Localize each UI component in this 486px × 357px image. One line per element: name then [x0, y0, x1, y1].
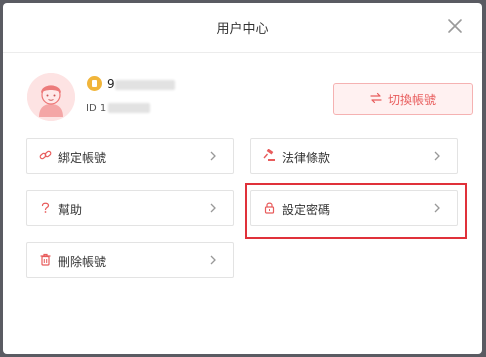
- switch-account-label: 切換帳號: [387, 92, 436, 107]
- set-password-label: 設定密碼: [282, 203, 331, 217]
- user-phone: 9: [107, 77, 175, 91]
- bind-account-item[interactable]: 綁定帳號: [26, 138, 234, 174]
- avatar: [27, 73, 75, 121]
- legal-terms-label: 法律條款: [282, 151, 331, 165]
- user-center-dialog: 用户中心 9 ID 1 切換帳號 綁定帳號 法律條款 幫助 設定密碼 刪除帳號: [3, 3, 482, 354]
- user-id-visible: ID 1: [86, 103, 107, 114]
- chevron-right-icon: [433, 202, 441, 214]
- chevron-right-icon: [209, 202, 217, 214]
- link-icon: [39, 149, 52, 162]
- bind-account-label: 綁定帳號: [58, 151, 107, 165]
- chevron-right-icon: [209, 150, 217, 162]
- swap-icon: [370, 92, 382, 107]
- member-badge-icon: [87, 76, 102, 91]
- legal-terms-item[interactable]: 法律條款: [250, 138, 458, 174]
- user-phone-visible: 9: [107, 77, 115, 91]
- lock-icon: [263, 201, 276, 214]
- close-icon[interactable]: [445, 16, 465, 36]
- gavel-icon: [263, 149, 276, 162]
- set-password-item[interactable]: 設定密碼: [250, 190, 458, 226]
- switch-account-button[interactable]: 切換帳號: [333, 83, 473, 115]
- id-redaction: [108, 103, 151, 113]
- chevron-right-icon: [209, 254, 217, 266]
- delete-account-item[interactable]: 刪除帳號: [26, 242, 234, 278]
- phone-redaction: [114, 79, 175, 90]
- dialog-header: 用户中心: [3, 3, 482, 53]
- delete-account-label: 刪除帳號: [58, 255, 107, 269]
- dialog-title: 用户中心: [216, 22, 269, 37]
- user-id: ID 1: [86, 103, 151, 114]
- help-item[interactable]: 幫助: [26, 190, 234, 226]
- help-icon: [39, 201, 52, 214]
- chevron-right-icon: [433, 150, 441, 162]
- trash-icon: [39, 253, 52, 266]
- help-label: 幫助: [58, 203, 83, 217]
